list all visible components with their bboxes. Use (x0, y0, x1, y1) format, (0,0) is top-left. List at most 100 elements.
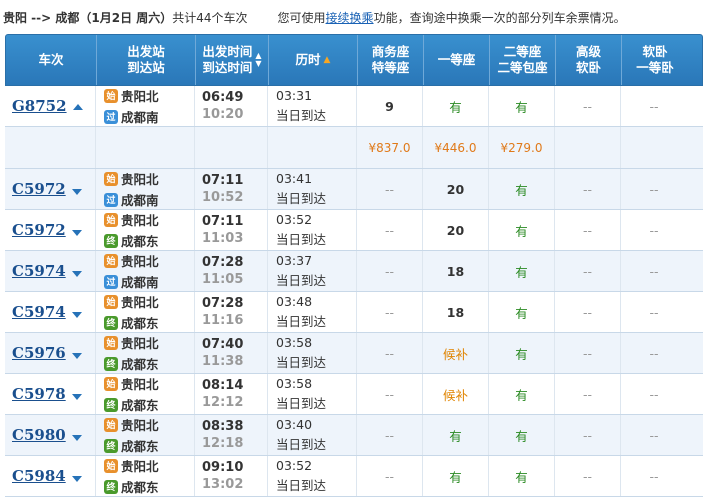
header-deluxe-sleeper: 高级 软卧 (556, 35, 622, 85)
first-class-cell[interactable]: 有 (423, 456, 489, 496)
header-time-sort[interactable]: 出发时间 到达时间 ▲ ▼ (196, 35, 269, 85)
business-seat-cell[interactable]: -- (357, 333, 423, 373)
second-class-cell[interactable]: 有 (489, 415, 555, 455)
soft-sleeper-availability: -- (649, 181, 659, 197)
arrival-note: 当日到达 (276, 437, 327, 452)
soft-sleeper-cell: -- (621, 251, 687, 291)
end-station-icon: 终 (104, 438, 118, 453)
first-class-cell[interactable]: 有 (423, 86, 489, 126)
train-number-link[interactable]: C5974 (12, 303, 66, 321)
train-number-link[interactable]: C5984 (12, 467, 66, 485)
first-class-cell[interactable]: 18 (423, 251, 489, 291)
train-cell: C5984 (5, 456, 96, 496)
tip-prefix: 您可使用 (277, 11, 326, 25)
second-class-cell[interactable]: 有 (489, 333, 555, 373)
deluxe-sleeper-availability: -- (582, 345, 593, 361)
second-class-availability: 有 (515, 264, 528, 280)
arrival-time: 10:52 (202, 190, 244, 205)
train-cell: C5974 (5, 251, 96, 291)
first-class-cell[interactable]: 候补 (423, 374, 489, 414)
duration-value: 03:40 (276, 417, 313, 432)
time-cell: 09:10 13:02 (195, 456, 268, 496)
soft-sleeper-cell: -- (621, 374, 687, 414)
end-station-icon: 终 (104, 233, 118, 248)
train-number-link[interactable]: C5978 (12, 385, 66, 403)
deluxe-sleeper-availability: -- (582, 181, 593, 197)
table-row: C5972 始贵阳北过成都南 07:11 10:52 03:41 当日到达 -- 20 有 -- -… (5, 169, 703, 210)
deluxe-sleeper-availability: -- (582, 386, 593, 402)
second-class-cell[interactable]: 有 (489, 251, 555, 291)
expand-arrow-icon[interactable] (71, 435, 82, 441)
table-row: C5978 始贵阳北终成都东 08:14 12:12 03:58 当日到达 -- 候补 有 -- -… (5, 374, 703, 415)
second-class-availability: 有 (515, 428, 528, 444)
business-seat-cell[interactable]: 9 (357, 86, 423, 126)
departure-time: 08:38 (202, 419, 244, 434)
arrival-note: 当日到达 (276, 478, 327, 493)
start-station-icon: 始 (104, 253, 118, 268)
train-count: 共计44个车次 (172, 11, 248, 25)
first-class-cell[interactable]: 候补 (423, 333, 489, 373)
tip-suffix: 功能，查询途中换乘一次的部分列车余票情况。 (373, 11, 626, 25)
business-seat-cell[interactable]: -- (357, 292, 423, 332)
arrival-note: 当日到达 (276, 108, 327, 123)
second-class-availability: 有 (515, 99, 528, 115)
business-seat-cell[interactable]: -- (357, 374, 423, 414)
business-seat-cell[interactable]: -- (357, 415, 423, 455)
first-class-availability: 18 (446, 263, 465, 279)
station-cell: 始贵阳北终成都东 (96, 210, 195, 250)
second-class-price-cell: ¥279.0 (489, 127, 555, 168)
train-number-link[interactable]: C5980 (12, 426, 66, 444)
expand-arrow-icon[interactable] (71, 230, 82, 236)
from-station: 贵阳北 (121, 89, 159, 104)
transfer-link[interactable]: 接续换乘 (326, 11, 374, 25)
expand-arrow-icon[interactable] (71, 271, 82, 277)
header-duration-sort[interactable]: 历时 ▲ (269, 35, 358, 85)
sort-up-icon[interactable]: ▲ (324, 52, 331, 68)
first-class-cell[interactable]: 有 (423, 415, 489, 455)
collapse-arrow-icon[interactable] (72, 104, 83, 110)
second-class-cell[interactable]: 有 (489, 86, 555, 126)
first-class-availability: 有 (449, 428, 462, 444)
business-seat-cell[interactable]: -- (357, 210, 423, 250)
train-number-link[interactable]: C5972 (12, 180, 66, 198)
expand-arrow-icon[interactable] (71, 476, 82, 482)
start-station-icon: 始 (104, 88, 118, 103)
second-class-cell[interactable]: 有 (489, 374, 555, 414)
arrival-time: 12:18 (202, 436, 244, 451)
table-row: C5974 始贵阳北过成都南 07:28 11:05 03:37 当日到达 -- 18 有 -- -… (5, 251, 703, 292)
business-seat-cell[interactable]: -- (357, 251, 423, 291)
from-station: 贵阳北 (121, 295, 159, 310)
deluxe-sleeper-cell: -- (555, 374, 621, 414)
train-number-link[interactable]: C5976 (12, 344, 66, 362)
header-station: 出发站 到达站 (97, 35, 196, 85)
expand-arrow-icon[interactable] (71, 189, 82, 195)
business-seat-availability: -- (384, 263, 395, 279)
second-class-cell[interactable]: 有 (489, 292, 555, 332)
first-class-cell[interactable]: 20 (423, 210, 489, 250)
first-class-cell[interactable]: 20 (423, 169, 489, 209)
expand-arrow-icon[interactable] (71, 353, 82, 359)
second-class-cell[interactable]: 有 (489, 169, 555, 209)
business-seat-cell[interactable]: -- (357, 456, 423, 496)
arrival-time: 11:03 (202, 231, 244, 246)
business-seat-availability: -- (384, 304, 395, 320)
deluxe-sleeper-availability: -- (582, 468, 593, 484)
business-seat-availability: -- (384, 386, 395, 402)
second-class-cell[interactable]: 有 (489, 210, 555, 250)
train-number-link[interactable]: C5974 (12, 262, 66, 280)
soft-sleeper-availability: -- (649, 386, 659, 402)
train-number-link[interactable]: G8752 (12, 97, 67, 115)
first-class-cell[interactable]: 18 (423, 292, 489, 332)
sort-arrows-icon[interactable]: ▲ ▼ (255, 52, 261, 68)
train-number-link[interactable]: C5972 (12, 221, 66, 239)
soft-sleeper-availability: -- (649, 427, 659, 443)
second-class-cell[interactable]: 有 (489, 456, 555, 496)
soft-sleeper-cell: -- (621, 415, 687, 455)
soft-sleeper-availability: -- (649, 222, 659, 238)
time-cell: 07:28 11:16 (195, 292, 268, 332)
business-seat-cell[interactable]: -- (357, 169, 423, 209)
expand-arrow-icon[interactable] (71, 312, 82, 318)
start-station-icon: 始 (104, 458, 118, 473)
from-station: 贵阳北 (121, 377, 159, 392)
expand-arrow-icon[interactable] (71, 394, 82, 400)
